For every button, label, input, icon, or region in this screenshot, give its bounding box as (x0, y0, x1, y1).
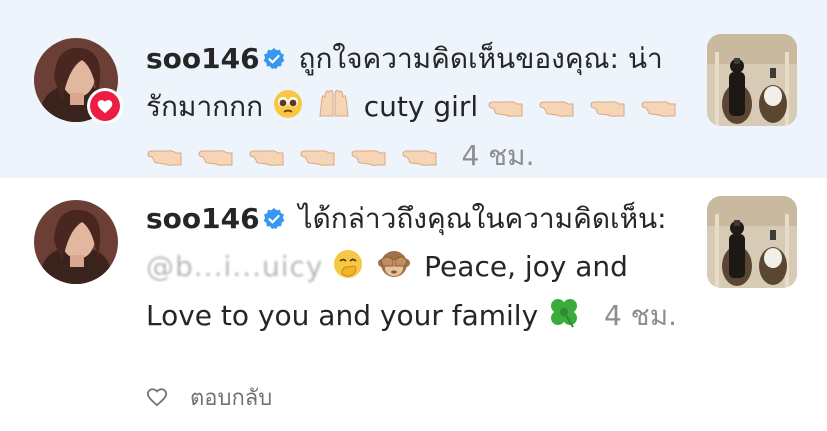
pointing-left-emoji-icon (589, 88, 627, 133)
see-no-evil-monkey-emoji-icon (377, 248, 411, 293)
pointing-left-emoji-icon (640, 88, 678, 133)
four-leaf-clover-emoji-icon (547, 295, 581, 342)
notification-like[interactable]: soo146 ถูกใจความคิดเห็นของคุณ: น่ารักมาก… (0, 0, 827, 178)
verified-badge-icon (262, 199, 286, 244)
timestamp: 4 ชม. (461, 139, 535, 172)
username[interactable]: soo146 (146, 202, 260, 235)
pleading-face-emoji-icon (272, 88, 304, 133)
post-thumbnail[interactable] (707, 34, 797, 126)
reply-button[interactable]: ตอบกลับ (190, 380, 272, 415)
pointing-left-emoji-icon (487, 88, 525, 133)
pointing-left-emoji-icon (299, 137, 337, 182)
reply-row: ตอบกลับ (146, 382, 272, 412)
avatar[interactable] (34, 200, 118, 284)
like-badge (87, 88, 123, 124)
comment-text: cuty girl (363, 90, 479, 123)
notification-text: soo146 ได้กล่าวถึงคุณในความคิดเห็น: @b..… (146, 196, 691, 342)
pointing-left-emoji-icon (401, 137, 439, 182)
hand-over-mouth-emoji-icon (332, 248, 364, 293)
pointing-left-emoji-icon (197, 137, 235, 182)
like-heart-icon[interactable] (146, 387, 168, 407)
notification-text: soo146 ถูกใจความคิดเห็นของคุณ: น่ารักมาก… (146, 36, 691, 182)
pointing-left-emoji-icon (350, 137, 388, 182)
timestamp: 4 ชม. (603, 299, 678, 332)
pointing-left-emoji-icon (146, 137, 184, 182)
pointing-left-emoji-icon (538, 88, 576, 133)
pointing-left-emoji-icon (248, 137, 286, 182)
username[interactable]: soo146 (146, 42, 260, 75)
post-thumbnail[interactable] (707, 196, 797, 288)
notification-mention[interactable]: soo146 ได้กล่าวถึงคุณในความคิดเห็น: @b..… (0, 178, 827, 431)
notification-message: ได้กล่าวถึงคุณในความคิดเห็น: (298, 202, 667, 235)
raised-hands-emoji-icon (317, 88, 351, 133)
verified-badge-icon (262, 39, 286, 84)
heart-icon (97, 100, 113, 114)
mention-link[interactable]: @b...i...uicy (146, 250, 323, 283)
